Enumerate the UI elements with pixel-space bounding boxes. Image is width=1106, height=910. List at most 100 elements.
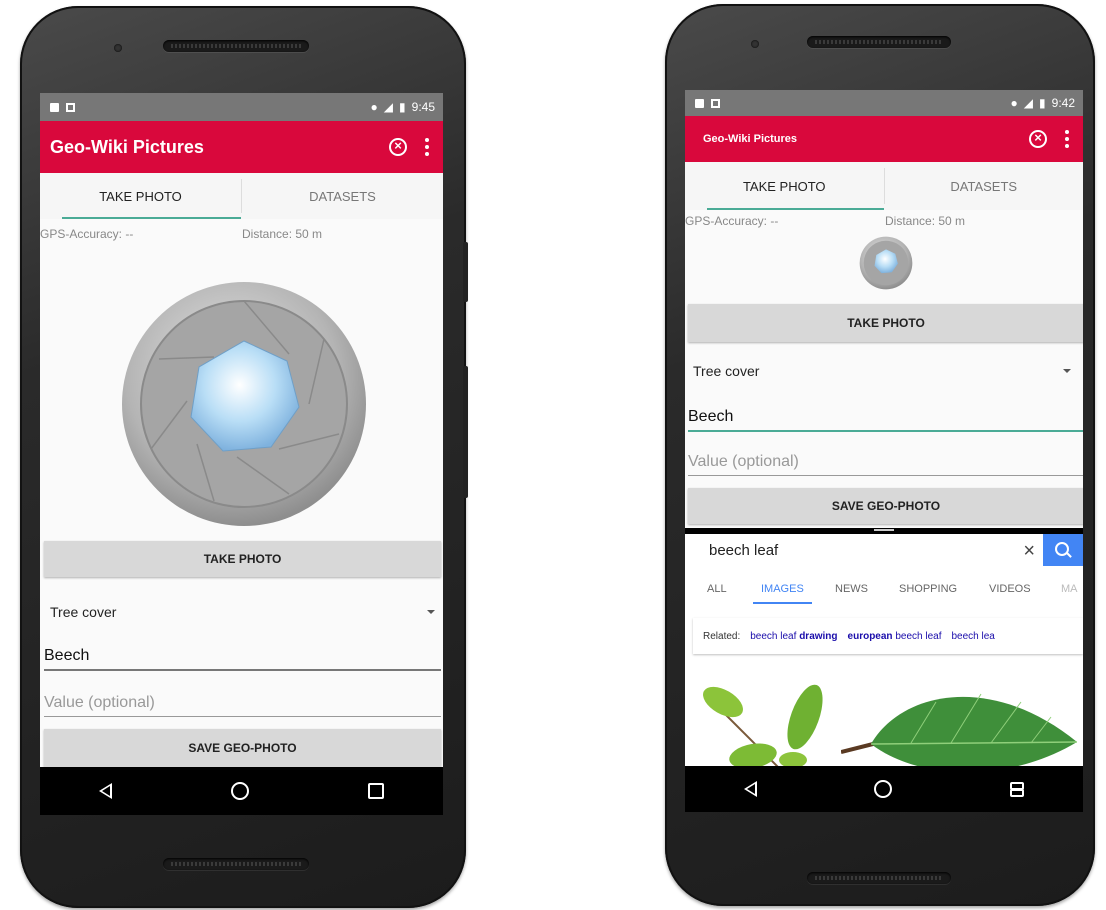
- species-field[interactable]: Beech: [44, 633, 441, 671]
- save-geo-photo-button[interactable]: SAVE GEO-PHOTO: [688, 488, 1083, 524]
- bottom-speaker: [807, 872, 951, 884]
- camera-shutter-icon[interactable]: [859, 236, 913, 290]
- gps-accuracy: GPS-Accuracy: --: [40, 227, 134, 241]
- gps-target-icon[interactable]: [1029, 129, 1047, 148]
- search-query: beech leaf: [709, 541, 779, 559]
- image-result-twig[interactable]: [693, 672, 835, 766]
- app-bar: Geo-Wiki Pictures: [685, 116, 1083, 162]
- dropdown-arrow-icon: [427, 610, 435, 614]
- related-label: Related:: [703, 630, 741, 642]
- search-tab-news[interactable]: NEWS: [835, 574, 868, 604]
- related-link-bold: european: [847, 630, 893, 642]
- tab-datasets[interactable]: DATASETS: [242, 173, 443, 219]
- take-photo-button[interactable]: TAKE PHOTO: [688, 304, 1083, 342]
- app-title: Geo-Wiki Pictures: [50, 136, 204, 157]
- overflow-menu-icon[interactable]: [425, 138, 429, 156]
- value-field[interactable]: Value (optional): [688, 438, 1083, 476]
- tab-datasets[interactable]: DATASETS: [885, 162, 1084, 210]
- overflow-menu-icon[interactable]: [1065, 130, 1069, 148]
- volume-button: [463, 366, 468, 498]
- tab-bar: TAKE PHOTO DATASETS: [40, 173, 443, 219]
- save-geo-photo-button[interactable]: SAVE GEO-PHOTO: [44, 729, 441, 767]
- tab-bar: TAKE PHOTO DATASETS: [685, 162, 1083, 210]
- status-time: 9:45: [411, 100, 435, 114]
- status-bar: ● ◢ ▮ 9:42: [685, 90, 1083, 116]
- right-phone: ● ◢ ▮ 9:42 Geo-Wiki Pictures TAKE PHOTO …: [665, 4, 1095, 906]
- location-icon: ●: [1010, 96, 1018, 110]
- distance: Distance: 50 m: [885, 214, 966, 228]
- recents-icon[interactable]: [367, 783, 384, 799]
- related-link-text: beech leaf: [750, 630, 800, 642]
- top-speaker: [807, 36, 951, 48]
- category-select[interactable]: Tree cover: [50, 595, 435, 629]
- clear-icon[interactable]: ×: [1023, 540, 1035, 563]
- battery-icon: ▮: [1039, 96, 1046, 110]
- tab-take-photo[interactable]: TAKE PHOTO: [40, 173, 241, 219]
- search-tab-shopping[interactable]: SHOPPING: [899, 574, 957, 604]
- category-select[interactable]: Tree cover: [693, 354, 1071, 388]
- species-field[interactable]: Beech: [688, 394, 1083, 432]
- search-tab-all[interactable]: ALL: [707, 574, 727, 604]
- battery-icon: ▮: [399, 100, 406, 114]
- top-speaker: [163, 40, 309, 52]
- value-field[interactable]: Value (optional): [44, 679, 441, 717]
- category-value: Tree cover: [693, 363, 760, 379]
- home-icon[interactable]: [874, 780, 893, 798]
- nav-bar: [40, 767, 443, 815]
- related-link-text: beech leaf: [892, 630, 942, 642]
- related-link[interactable]: beech leaf drawing: [750, 631, 837, 642]
- camera-shutter-icon[interactable]: [119, 279, 369, 529]
- gps-target-icon[interactable]: [389, 137, 407, 156]
- signal-icon: ◢: [1023, 96, 1034, 110]
- app-bar: Geo-Wiki Pictures: [40, 121, 443, 173]
- sd-card-icon: [50, 102, 59, 112]
- app-title: Geo-Wiki Pictures: [703, 133, 798, 145]
- divider-handle[interactable]: [874, 529, 894, 531]
- related-searches: Related: beech leaf drawing european bee…: [693, 618, 1083, 654]
- location-icon: ●: [370, 100, 378, 114]
- tab-indicator: [62, 217, 241, 219]
- gps-accuracy: GPS-Accuracy: --: [685, 214, 779, 228]
- distance: Distance: 50 m: [242, 227, 323, 241]
- notification-icon: [66, 102, 75, 112]
- power-button: [463, 242, 468, 302]
- tab-datasets-label: DATASETS: [950, 178, 1018, 194]
- tab-take-photo-label: TAKE PHOTO: [99, 188, 182, 204]
- sd-card-icon: [695, 98, 704, 108]
- tab-datasets-label: DATASETS: [309, 188, 376, 204]
- dropdown-arrow-icon: [1063, 369, 1071, 373]
- search-tab-images[interactable]: IMAGES: [753, 574, 812, 604]
- left-phone: ● ◢ ▮ 9:45 Geo-Wiki Pictures TAKE PHOTO …: [20, 6, 468, 908]
- tab-indicator: [707, 208, 884, 210]
- notification-icon: [711, 98, 720, 108]
- front-camera: [114, 44, 122, 52]
- split-screen-icon[interactable]: [1010, 781, 1025, 797]
- tab-take-photo-label: TAKE PHOTO: [742, 178, 826, 194]
- tab-take-photo[interactable]: TAKE PHOTO: [685, 162, 884, 210]
- search-tab-more[interactable]: MA: [1061, 574, 1078, 604]
- related-link-text: beech lea: [951, 630, 995, 642]
- related-link[interactable]: beech lea: [951, 631, 994, 642]
- front-camera: [751, 40, 759, 48]
- left-screen: ● ◢ ▮ 9:45 Geo-Wiki Pictures TAKE PHOTO …: [40, 93, 443, 815]
- home-icon[interactable]: [230, 782, 249, 800]
- take-photo-button[interactable]: TAKE PHOTO: [44, 541, 441, 577]
- related-link-bold: drawing: [799, 630, 838, 642]
- beech-twig-image: [703, 684, 823, 766]
- status-bar: ● ◢ ▮ 9:45: [40, 93, 443, 121]
- back-icon[interactable]: [743, 781, 757, 797]
- right-screen: ● ◢ ▮ 9:42 Geo-Wiki Pictures TAKE PHOTO …: [685, 90, 1083, 812]
- status-time: 9:42: [1051, 96, 1075, 110]
- category-value: Tree cover: [50, 604, 117, 620]
- back-icon[interactable]: [99, 783, 113, 799]
- bottom-speaker: [163, 858, 309, 870]
- nav-bar: [685, 766, 1083, 812]
- search-tab-videos[interactable]: VIDEOS: [989, 574, 1031, 604]
- image-result-leaf[interactable]: [841, 672, 1081, 766]
- related-link[interactable]: european beech leaf: [848, 631, 942, 642]
- search-icon[interactable]: [1043, 534, 1083, 566]
- search-tabs: ALL IMAGES NEWS SHOPPING VIDEOS MA: [685, 574, 1083, 604]
- beech-leaf-image: [841, 693, 1078, 766]
- signal-icon: ◢: [383, 100, 394, 114]
- browser-pane: beech leaf × ALL IMAGES NEWS SHOPPING VI…: [685, 534, 1083, 766]
